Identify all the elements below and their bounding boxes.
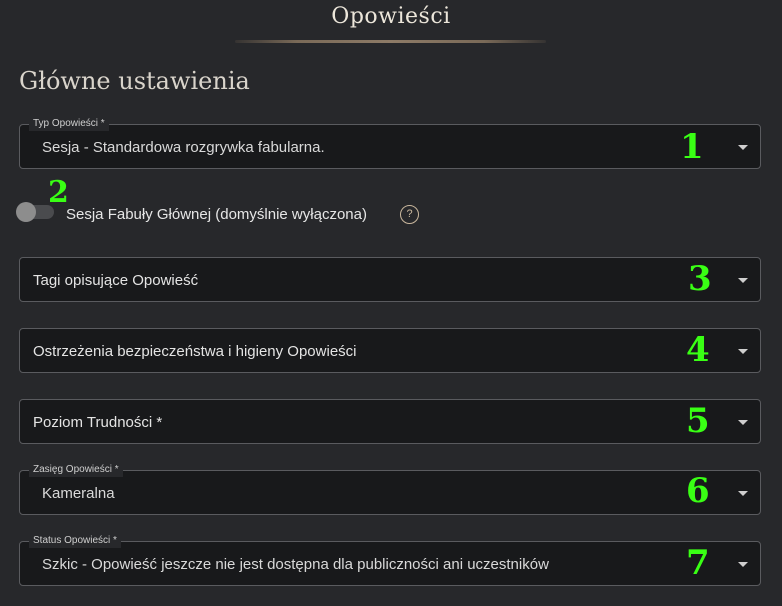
story-scope-value: Kameralna — [42, 485, 115, 502]
story-tags-value: Tagi opisujące Opowieść — [33, 272, 199, 289]
story-type-select[interactable]: Typ Opowieści * Sesja - Standardowa rozg… — [19, 117, 761, 169]
marker-7: 7 — [686, 543, 710, 583]
story-status-label: Status Opowieści * — [29, 534, 121, 548]
marker-3: 3 — [688, 259, 712, 299]
story-status-value: Szkic - Opowieść jeszcze nie jest dostęp… — [42, 556, 549, 573]
difficulty-select[interactable]: Poziom Trudności * — [19, 399, 761, 444]
chevron-down-icon[interactable] — [738, 145, 748, 150]
safety-warnings-select[interactable]: Ostrzeżenia bezpieczeństwa i higieny Opo… — [19, 328, 761, 373]
story-tags-select[interactable]: Tagi opisujące Opowieść — [19, 257, 761, 302]
marker-4: 4 — [686, 330, 710, 370]
chevron-down-icon[interactable] — [738, 562, 748, 567]
story-type-value: Sesja - Standardowa rozgrywka fabularna. — [42, 139, 325, 156]
main-plot-toggle[interactable] — [16, 202, 54, 222]
chevron-down-icon[interactable] — [738, 349, 748, 354]
story-scope-select[interactable]: Zasięg Opowieści * Kameralna — [19, 463, 761, 515]
chevron-down-icon[interactable] — [738, 278, 748, 283]
marker-6: 6 — [686, 471, 710, 511]
marker-1: 1 — [680, 127, 704, 167]
marker-5: 5 — [686, 401, 710, 441]
chevron-down-icon[interactable] — [738, 491, 748, 496]
help-icon[interactable]: ? — [400, 205, 419, 224]
chevron-down-icon[interactable] — [738, 420, 748, 425]
story-scope-label: Zasięg Opowieści * — [29, 463, 123, 477]
marker-2: 2 — [48, 175, 69, 210]
safety-warnings-value: Ostrzeżenia bezpieczeństwa i higieny Opo… — [33, 343, 357, 360]
header-underline — [235, 40, 546, 43]
story-status-select[interactable]: Status Opowieści * Szkic - Opowieść jesz… — [19, 534, 761, 586]
section-title: Główne ustawienia — [19, 67, 250, 95]
page-header-title: Opowieści — [331, 4, 451, 29]
story-type-label: Typ Opowieści * — [29, 117, 109, 131]
main-plot-toggle-label: Sesja Fabuły Głównej (domyślnie wyłączon… — [66, 206, 367, 223]
toggle-knob — [16, 202, 36, 222]
difficulty-value: Poziom Trudności * — [33, 414, 163, 431]
